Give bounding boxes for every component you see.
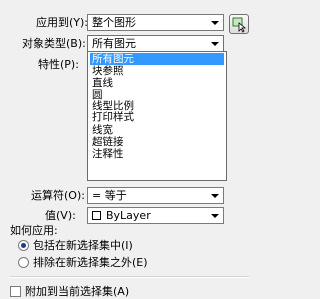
object-type-option[interactable]: 所有图元: [90, 53, 224, 65]
select-objects-button[interactable]: [229, 14, 249, 34]
select-objects-icon: [232, 17, 247, 33]
chevron-down-icon: [207, 15, 223, 30]
object-type-option[interactable]: 直线: [90, 77, 224, 89]
operator-label: 运算符(O):: [31, 189, 85, 202]
properties-label: 特性(P):: [38, 58, 79, 71]
divider: [10, 276, 249, 278]
exclude-label[interactable]: 排除在新选择集之外(E): [33, 256, 148, 269]
object-type-option[interactable]: 打印样式: [90, 111, 224, 123]
quick-select-dialog: 应用到(Y): 整个图形 对象类型(B): 所有图元 特性(P): 所有图元 块…: [0, 0, 259, 299]
operator-value: = 等于: [92, 189, 127, 202]
include-radio[interactable]: [18, 240, 29, 251]
color-swatch-icon: [92, 211, 101, 220]
include-label[interactable]: 包括在新选择集中(I): [33, 239, 133, 252]
apply-to-dropdown[interactable]: 整个图形: [87, 14, 224, 31]
value-value: ByLayer: [106, 209, 151, 222]
object-type-option[interactable]: 注释性: [90, 148, 224, 160]
operator-dropdown[interactable]: = 等于: [87, 187, 224, 204]
append-checkbox[interactable]: [10, 286, 21, 297]
how-to-apply-title: 如何应用:: [10, 224, 58, 237]
object-type-value: 所有图元: [92, 37, 136, 50]
object-type-dropdown[interactable]: 所有图元: [87, 35, 224, 52]
apply-to-label: 应用到(Y):: [36, 16, 89, 29]
apply-to-value: 整个图形: [92, 16, 136, 29]
chevron-down-icon: [207, 188, 223, 203]
object-type-option[interactable]: 超链接: [90, 136, 224, 148]
chevron-down-icon: [207, 208, 223, 223]
object-type-label: 对象类型(B):: [22, 37, 86, 50]
append-label[interactable]: 附加到当前选择集(A): [25, 285, 129, 298]
chevron-down-icon: [207, 36, 223, 51]
value-dropdown[interactable]: ByLayer: [87, 207, 224, 224]
object-type-option[interactable]: 线宽: [90, 124, 224, 136]
object-type-option[interactable]: 块参照: [90, 65, 224, 77]
value-label: 值(V):: [45, 209, 76, 222]
exclude-radio[interactable]: [18, 257, 29, 268]
object-type-dropdown-list: 所有图元 块参照 直线 圆 线型比例 打印样式 线宽 超链接 注释性: [87, 51, 227, 181]
